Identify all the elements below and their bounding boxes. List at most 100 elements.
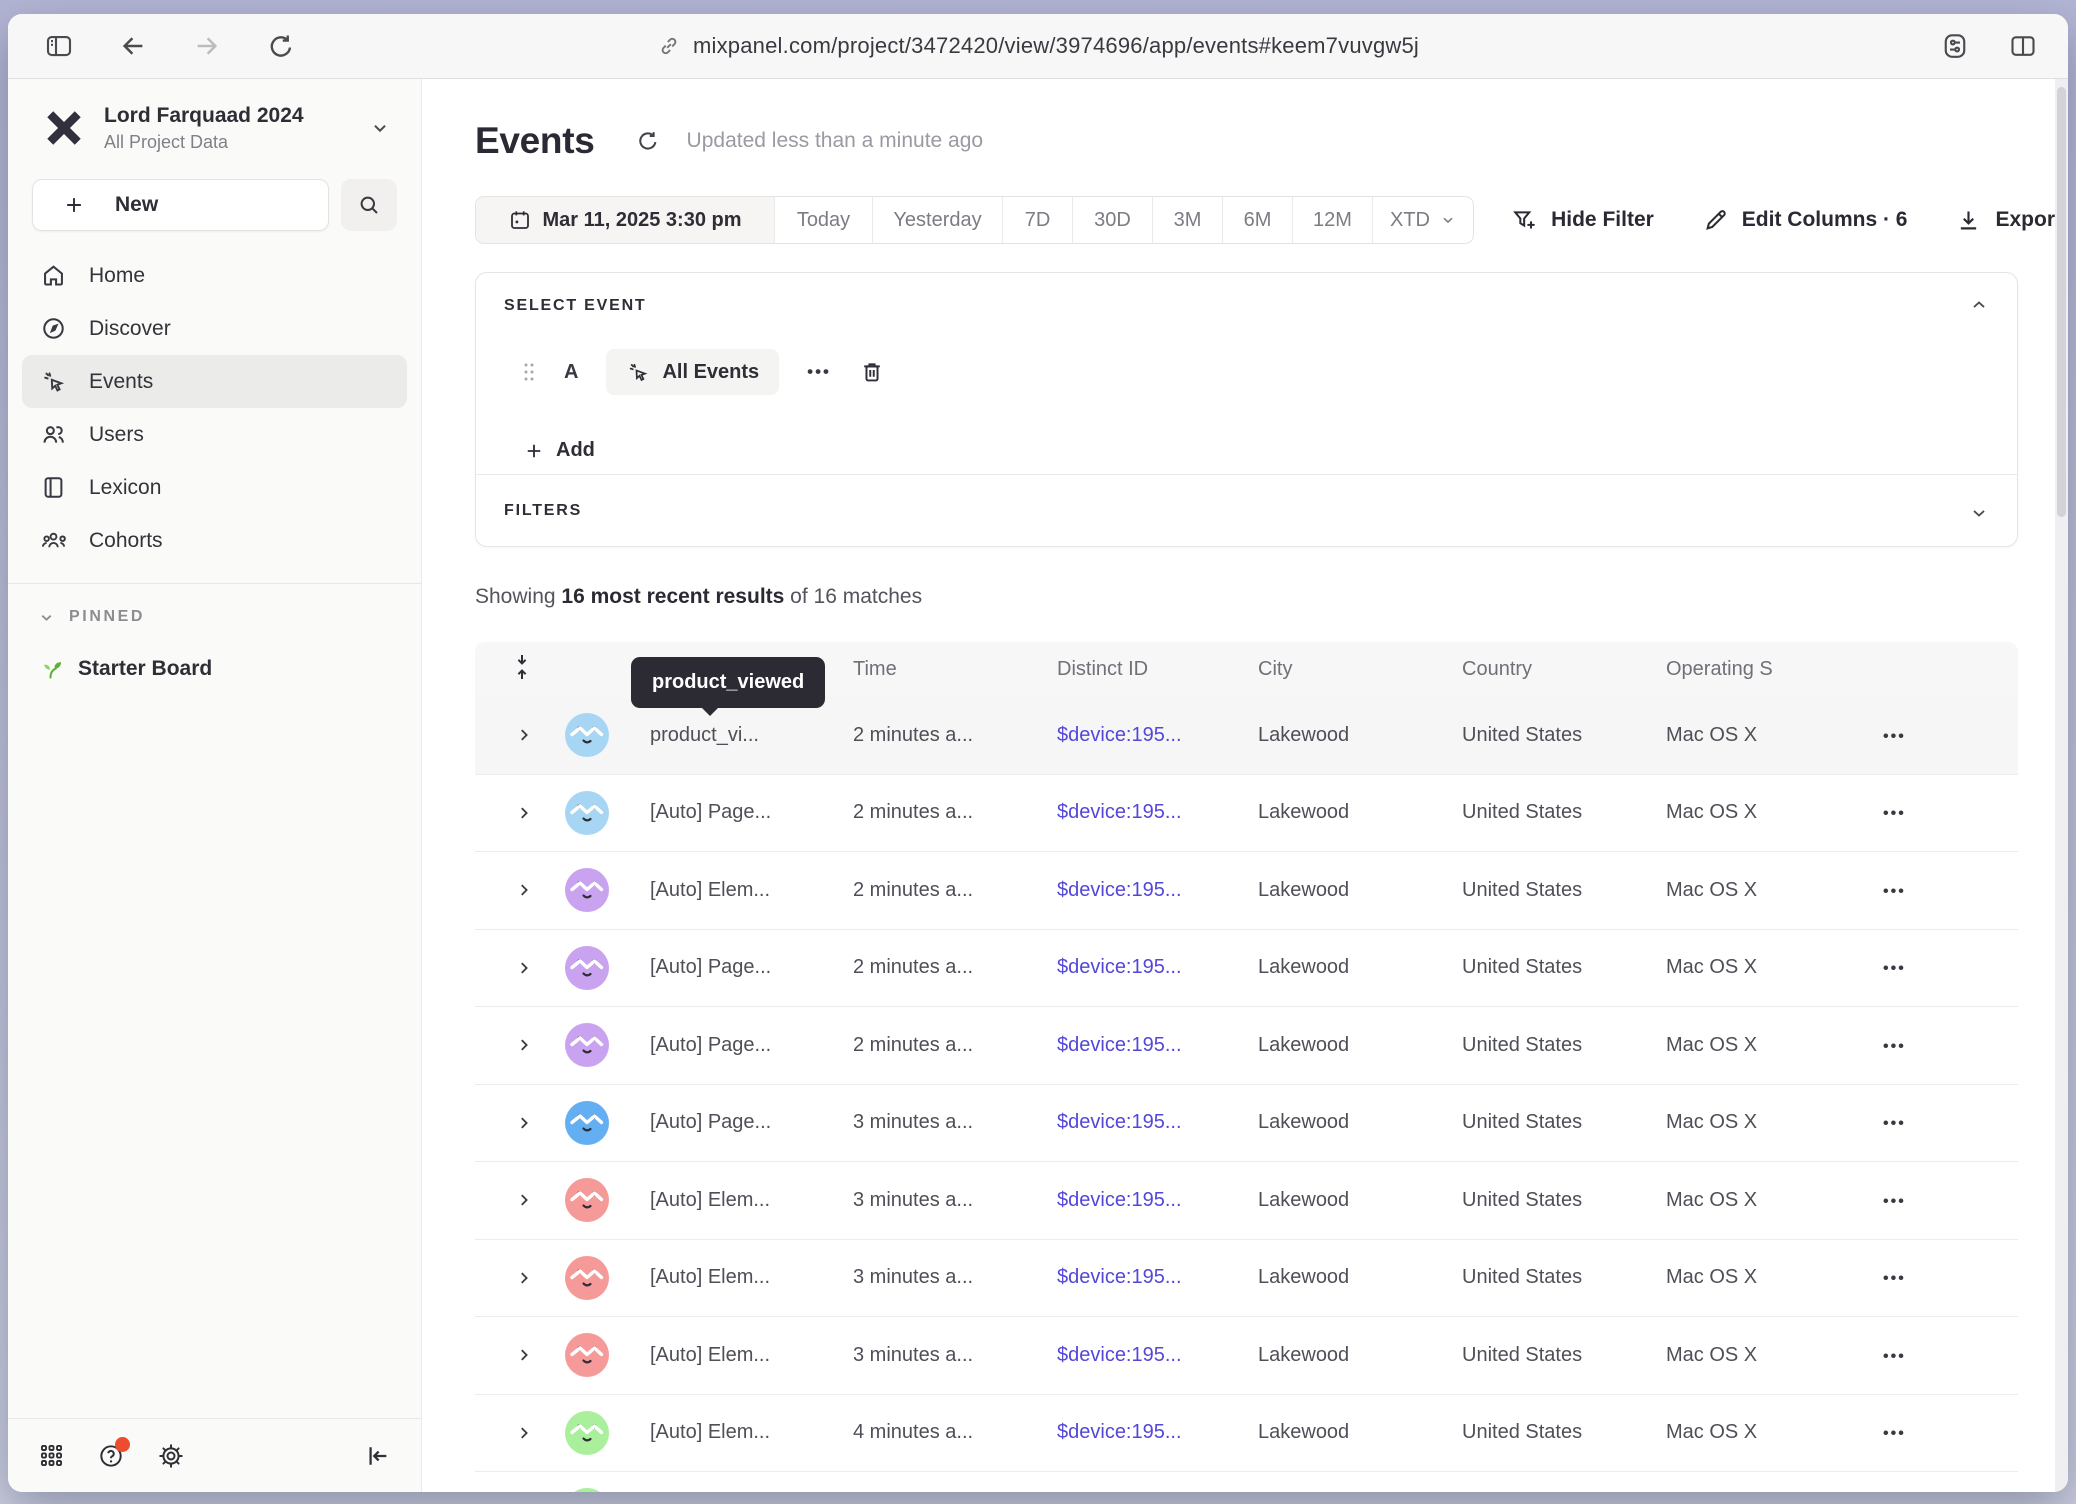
split-view-icon[interactable] bbox=[2008, 31, 2038, 61]
column-header-distinct-id[interactable]: Distinct ID bbox=[1057, 658, 1258, 681]
search-button[interactable] bbox=[341, 179, 397, 231]
row-menu-button[interactable]: ••• bbox=[1856, 1425, 1906, 1442]
forward-button-icon[interactable] bbox=[192, 31, 222, 61]
pinned-section-toggle[interactable]: PINNED bbox=[8, 584, 421, 626]
preset-30d[interactable]: 30D bbox=[1072, 197, 1152, 243]
event-city: Lakewood bbox=[1258, 801, 1462, 824]
url-bar[interactable]: mixpanel.com/project/3472420/view/397469… bbox=[657, 14, 1419, 78]
row-expand-chevron[interactable] bbox=[515, 1346, 565, 1364]
table-row[interactable]: [Auto] Elem... 3 minutes a... $device:19… bbox=[475, 1317, 2018, 1395]
preset-yesterday[interactable]: Yesterday bbox=[872, 197, 1002, 243]
distinct-id-link[interactable]: $device:195... bbox=[1057, 801, 1182, 823]
hide-filter-button[interactable]: Hide Filter bbox=[1511, 207, 1654, 234]
date-picker-button[interactable]: Mar 11, 2025 3:30 pm bbox=[476, 197, 774, 243]
distinct-id-link[interactable]: $device:195... bbox=[1057, 1189, 1182, 1211]
row-menu-button[interactable]: ••• bbox=[1856, 1038, 1906, 1055]
distinct-id-link[interactable]: $device:195... bbox=[1057, 1111, 1182, 1133]
reload-button-icon[interactable] bbox=[266, 31, 296, 61]
row-expand-chevron[interactable] bbox=[515, 804, 565, 822]
back-button-icon[interactable] bbox=[118, 31, 148, 61]
event-more-button[interactable]: ••• bbox=[807, 362, 831, 382]
distinct-id-link[interactable]: $device:195... bbox=[1057, 1034, 1182, 1056]
column-header-os[interactable]: Operating S bbox=[1666, 658, 1856, 681]
vertical-scrollbar[interactable] bbox=[2055, 79, 2068, 1492]
preset-6m[interactable]: 6M bbox=[1222, 197, 1292, 243]
sidebar-toggle-icon[interactable] bbox=[44, 31, 74, 61]
query-builder-card: SELECT EVENT A All Events bbox=[475, 272, 2018, 547]
filter-plus-icon bbox=[1511, 207, 1538, 234]
table-row[interactable]: [Auto] Elem... 4 minutes a... $device:19… bbox=[475, 1472, 2018, 1492]
row-menu-button[interactable]: ••• bbox=[1856, 883, 1906, 900]
row-menu-button[interactable]: ••• bbox=[1856, 805, 1906, 822]
preset-xtd-dropdown[interactable]: XTD bbox=[1372, 197, 1473, 243]
apps-grid-icon[interactable] bbox=[38, 1442, 65, 1469]
table-row[interactable]: [Auto] Elem... 3 minutes a... $device:19… bbox=[475, 1162, 2018, 1240]
row-expand-chevron[interactable] bbox=[515, 726, 565, 744]
add-event-button[interactable]: Add bbox=[504, 439, 624, 462]
table-row[interactable]: [Auto] Page... 2 minutes a... $device:19… bbox=[475, 930, 2018, 1008]
chevron-up-icon[interactable] bbox=[1969, 295, 1989, 315]
row-menu-button[interactable]: ••• bbox=[1856, 1270, 1906, 1287]
distinct-id-link[interactable]: $device:195... bbox=[1057, 956, 1182, 978]
table-row[interactable]: [Auto] Page... 2 minutes a... $device:19… bbox=[475, 1007, 2018, 1085]
row-expand-chevron[interactable] bbox=[515, 1269, 565, 1287]
preset-today[interactable]: Today bbox=[774, 197, 872, 243]
table-row[interactable]: [Auto] Elem... 4 minutes a... $device:19… bbox=[475, 1395, 2018, 1473]
sidebar-item-lexicon[interactable]: Lexicon bbox=[22, 461, 407, 514]
event-city: Lakewood bbox=[1258, 1266, 1462, 1289]
table-row[interactable]: [Auto] Elem... 2 minutes a... $device:19… bbox=[475, 852, 2018, 930]
export-button[interactable]: Export bbox=[1955, 207, 2062, 234]
row-menu-button[interactable]: ••• bbox=[1856, 728, 1906, 745]
preset-7d[interactable]: 7D bbox=[1002, 197, 1072, 243]
help-icon[interactable] bbox=[97, 1442, 125, 1470]
preset-3m[interactable]: 3M bbox=[1152, 197, 1222, 243]
chevron-down-icon[interactable] bbox=[1969, 503, 1989, 523]
column-header-city[interactable]: City bbox=[1258, 658, 1462, 681]
table-row[interactable]: [Auto] Page... 2 minutes a... $device:19… bbox=[475, 775, 2018, 853]
sidebar-item-events[interactable]: Events bbox=[22, 355, 407, 408]
preset-12m[interactable]: 12M bbox=[1292, 197, 1372, 243]
table-row[interactable]: [Auto] Page... 3 minutes a... $device:19… bbox=[475, 1085, 2018, 1163]
row-expand-chevron[interactable] bbox=[515, 959, 565, 977]
distinct-id-link[interactable]: $device:195... bbox=[1057, 1266, 1182, 1288]
distinct-id-link[interactable]: $device:195... bbox=[1057, 724, 1182, 746]
edit-columns-button[interactable]: Edit Columns · 6 bbox=[1702, 207, 1908, 234]
row-menu-button[interactable]: ••• bbox=[1856, 1348, 1906, 1365]
event-time: 3 minutes a... bbox=[853, 1111, 1057, 1134]
scrollbar-thumb[interactable] bbox=[2057, 87, 2066, 517]
new-button[interactable]: New bbox=[32, 179, 329, 231]
drag-handle-icon[interactable] bbox=[522, 360, 536, 384]
sidebar-item-users[interactable]: Users bbox=[22, 408, 407, 461]
column-header-time[interactable]: Time bbox=[853, 658, 1057, 681]
results-summary: Showing 16 most recent results of 16 mat… bbox=[475, 585, 2018, 615]
row-expand-chevron[interactable] bbox=[515, 1191, 565, 1209]
distinct-id-link[interactable]: $device:195... bbox=[1057, 879, 1182, 901]
row-expand-chevron[interactable] bbox=[515, 1036, 565, 1054]
collapse-sidebar-icon[interactable] bbox=[363, 1442, 391, 1470]
settings-gear-icon[interactable] bbox=[157, 1442, 185, 1470]
row-menu-button[interactable]: ••• bbox=[1856, 1115, 1906, 1132]
sidebar-item-home[interactable]: Home bbox=[22, 249, 407, 302]
row-expand-chevron[interactable] bbox=[515, 1114, 565, 1132]
refresh-icon[interactable] bbox=[635, 128, 661, 154]
row-expand-chevron[interactable] bbox=[515, 1424, 565, 1442]
collapse-rows-icon[interactable] bbox=[511, 654, 533, 680]
sidebar-item-cohorts[interactable]: Cohorts bbox=[22, 514, 407, 567]
filters-section[interactable]: FILTERS bbox=[476, 474, 2017, 546]
distinct-id-link[interactable]: $device:195... bbox=[1057, 1344, 1182, 1366]
add-label: Add bbox=[556, 439, 595, 462]
project-switcher[interactable]: Lord Farquaad 2024 All Project Data bbox=[8, 79, 421, 153]
sidebar-item-starter-board[interactable]: Starter Board bbox=[8, 626, 421, 682]
sidebar-footer bbox=[8, 1418, 421, 1492]
column-header-country[interactable]: Country bbox=[1462, 658, 1666, 681]
row-menu-button[interactable]: ••• bbox=[1856, 1193, 1906, 1210]
row-menu-button[interactable]: ••• bbox=[1856, 960, 1906, 977]
chevron-down-icon bbox=[1440, 212, 1456, 228]
distinct-id-link[interactable]: $device:195... bbox=[1057, 1421, 1182, 1443]
table-row[interactable]: [Auto] Elem... 3 minutes a... $device:19… bbox=[475, 1240, 2018, 1318]
trash-icon[interactable] bbox=[859, 359, 885, 385]
row-expand-chevron[interactable] bbox=[515, 881, 565, 899]
all-events-pill[interactable]: All Events bbox=[606, 349, 779, 395]
page-settings-icon[interactable] bbox=[1940, 31, 1970, 61]
sidebar-item-discover[interactable]: Discover bbox=[22, 302, 407, 355]
